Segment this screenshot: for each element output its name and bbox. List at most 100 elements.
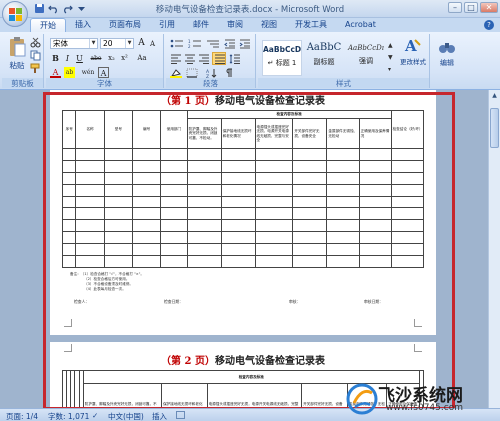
- table-cell[interactable]: [103, 255, 133, 268]
- table-cell[interactable]: [160, 171, 188, 185]
- table-cell[interactable]: [390, 195, 425, 209]
- table-cell[interactable]: [220, 243, 256, 257]
- help-icon[interactable]: ?: [484, 20, 494, 30]
- tab-acrobat[interactable]: Acrobat: [336, 18, 385, 32]
- table-row[interactable]: [61, 255, 425, 268]
- table-cell[interactable]: [254, 219, 294, 233]
- table-cell[interactable]: [103, 159, 133, 173]
- table-cell[interactable]: [160, 207, 188, 221]
- underline-button[interactable]: U: [74, 53, 85, 64]
- table-cell[interactable]: [131, 243, 162, 257]
- line-spacing-icon[interactable]: [229, 54, 241, 66]
- vertical-scrollbar[interactable]: ▲: [488, 90, 500, 408]
- table-cell[interactable]: [292, 171, 328, 185]
- table-row[interactable]: [61, 243, 425, 257]
- table-cell[interactable]: [186, 159, 222, 173]
- align-left-icon[interactable]: [170, 54, 182, 66]
- table-cell[interactable]: [220, 183, 256, 197]
- table-cell[interactable]: [103, 148, 133, 161]
- table-cell[interactable]: [75, 148, 105, 161]
- decrease-indent-icon[interactable]: [224, 39, 236, 51]
- style-subtitle[interactable]: AaBbC 副标题: [304, 40, 344, 76]
- table-cell[interactable]: [103, 183, 133, 197]
- table-cell[interactable]: [254, 243, 294, 257]
- table-cell[interactable]: [254, 207, 294, 221]
- tab-developer[interactable]: 开发工具: [286, 18, 336, 32]
- table-cell[interactable]: [358, 243, 392, 257]
- table-cell[interactable]: [358, 231, 392, 245]
- table-cell[interactable]: [358, 219, 392, 233]
- table-cell[interactable]: [61, 148, 77, 161]
- change-styles-button[interactable]: A 更改样式: [398, 36, 428, 66]
- table-cell[interactable]: [103, 231, 133, 245]
- copy-icon[interactable]: [30, 50, 41, 63]
- table-row[interactable]: [61, 231, 425, 245]
- office-button[interactable]: [2, 1, 28, 27]
- close-button[interactable]: ✕: [480, 2, 498, 13]
- macro-record-icon[interactable]: [176, 411, 185, 419]
- cut-icon[interactable]: [30, 37, 41, 50]
- table-cell[interactable]: [186, 183, 222, 197]
- table-row[interactable]: [61, 207, 425, 221]
- table-row[interactable]: [61, 219, 425, 233]
- table-cell[interactable]: [292, 243, 328, 257]
- tab-references[interactable]: 引用: [150, 18, 184, 32]
- table-cell[interactable]: [75, 219, 105, 233]
- table-cell[interactable]: [61, 219, 77, 233]
- table-cell[interactable]: [61, 171, 77, 185]
- table-cell[interactable]: [326, 148, 360, 161]
- table-cell[interactable]: [358, 207, 392, 221]
- table-cell[interactable]: [160, 195, 188, 209]
- align-center-icon[interactable]: [184, 54, 196, 66]
- table-cell[interactable]: [131, 195, 162, 209]
- align-right-icon[interactable]: [198, 54, 210, 66]
- table-cell[interactable]: [326, 207, 360, 221]
- spell-check-icon[interactable]: ✓: [92, 411, 98, 420]
- maximize-button[interactable]: □: [464, 2, 478, 13]
- table-cell[interactable]: [160, 243, 188, 257]
- table-cell[interactable]: [390, 148, 425, 161]
- table-cell[interactable]: [390, 243, 425, 257]
- table-cell[interactable]: [186, 171, 222, 185]
- table-cell[interactable]: [103, 207, 133, 221]
- table-cell[interactable]: [220, 255, 256, 268]
- insert-mode[interactable]: 插入: [152, 411, 167, 421]
- table-cell[interactable]: [75, 243, 105, 257]
- table-cell[interactable]: [75, 183, 105, 197]
- document-page-1[interactable]: （第 1 页）移动电气设备检查记录表 序号 名称 型号 编号 使用部门 检查内容及标准 检查…: [50, 90, 436, 335]
- table-cell[interactable]: [75, 159, 105, 173]
- style-emphasis[interactable]: AaBbCcDı 强调: [346, 40, 386, 76]
- paste-button[interactable]: 粘贴: [6, 36, 28, 71]
- table-cell[interactable]: [326, 243, 360, 257]
- table-cell[interactable]: [186, 231, 222, 245]
- table-row[interactable]: [61, 183, 425, 197]
- phonetic-guide-button[interactable]: wén: [80, 67, 96, 78]
- multilevel-list-icon[interactable]: [206, 39, 220, 51]
- table-cell[interactable]: [131, 219, 162, 233]
- table-cell[interactable]: [292, 148, 328, 161]
- table-cell[interactable]: [75, 231, 105, 245]
- shrink-font-button[interactable]: A: [147, 39, 158, 50]
- table-cell[interactable]: [160, 183, 188, 197]
- table-cell[interactable]: [186, 195, 222, 209]
- table-row[interactable]: [61, 195, 425, 209]
- table-cell[interactable]: [75, 255, 105, 268]
- table-cell[interactable]: [61, 159, 77, 173]
- font-color-button[interactable]: A: [50, 67, 61, 78]
- document-area[interactable]: （第 1 页）移动电气设备检查记录表 序号 名称 型号 编号 使用部门 检查内容及标准 检查…: [0, 90, 488, 408]
- table-cell[interactable]: [220, 207, 256, 221]
- table-cell[interactable]: [254, 195, 294, 209]
- table-cell[interactable]: [220, 195, 256, 209]
- table-cell[interactable]: [326, 159, 360, 173]
- word-count[interactable]: 字数: 1,071: [48, 411, 89, 421]
- table-cell[interactable]: [103, 195, 133, 209]
- bullets-icon[interactable]: [170, 39, 184, 51]
- edit-button[interactable]: 编辑: [434, 38, 460, 68]
- format-painter-icon[interactable]: [30, 63, 41, 76]
- table-cell[interactable]: [61, 255, 77, 268]
- subscript-button[interactable]: x₂: [106, 53, 117, 64]
- table-cell[interactable]: [186, 219, 222, 233]
- table-cell[interactable]: [254, 159, 294, 173]
- table-cell[interactable]: [160, 148, 188, 161]
- table-cell[interactable]: [358, 159, 392, 173]
